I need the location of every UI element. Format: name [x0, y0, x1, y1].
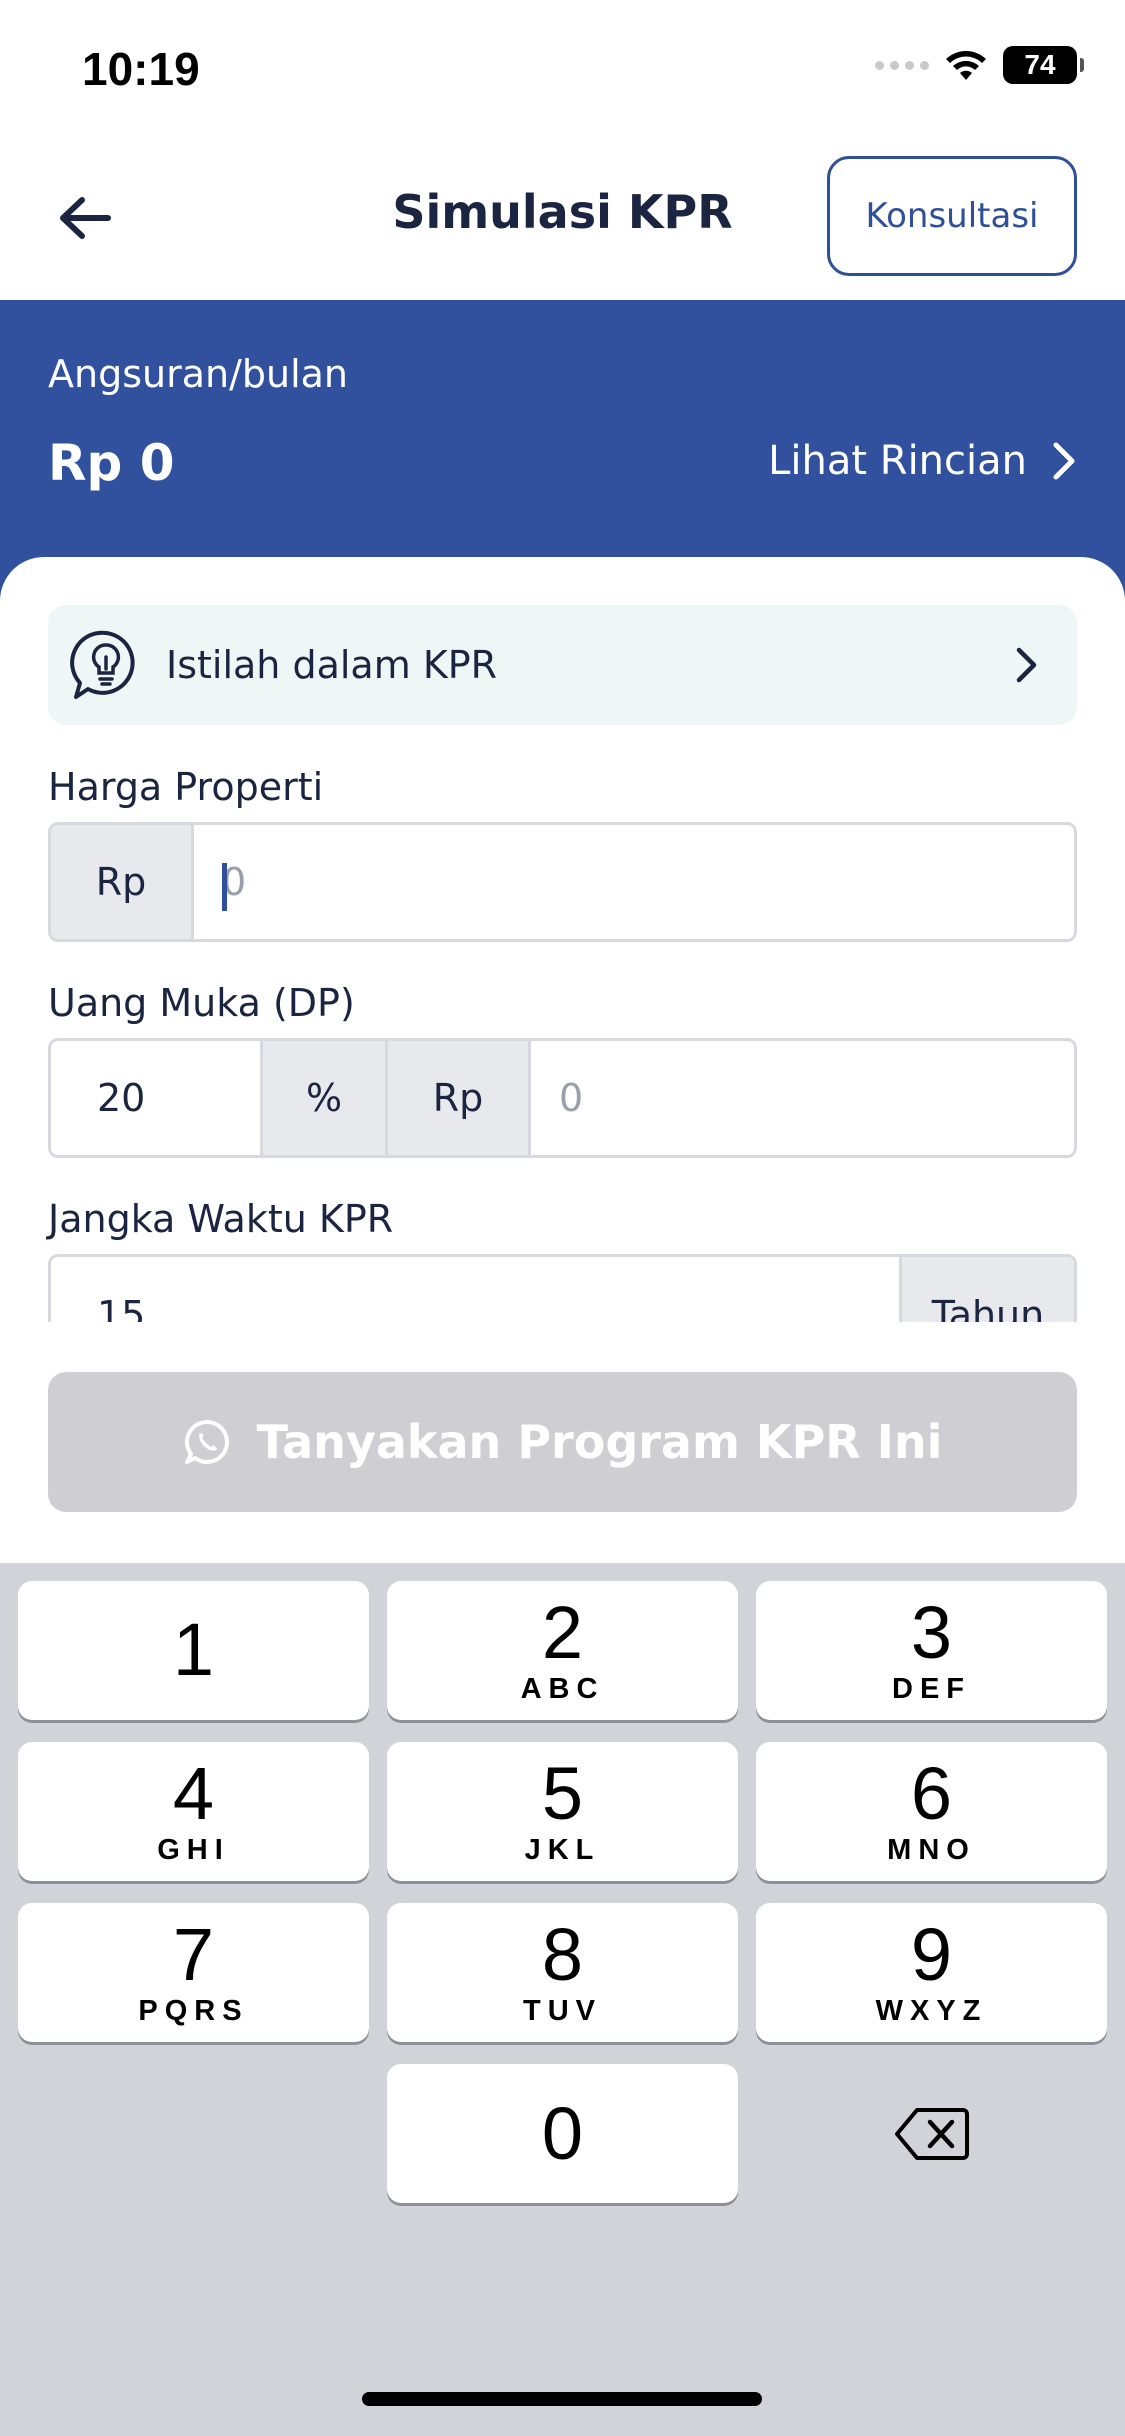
- view-details-link[interactable]: Lihat Rincian: [768, 438, 1077, 484]
- app-header: Simulasi KPR Konsultasi: [0, 135, 1125, 300]
- key-0[interactable]: 0: [387, 2064, 738, 2203]
- home-indicator[interactable]: [362, 2392, 762, 2406]
- lightbulb-chat-icon: [68, 627, 144, 703]
- consultation-button[interactable]: Konsultasi: [827, 156, 1077, 276]
- key-1[interactable]: 1: [18, 1581, 369, 1720]
- status-bar: 10:19 74: [0, 0, 1125, 135]
- installment-summary: Angsuran/bulan Rp 0 Lihat Rincian: [0, 300, 1125, 600]
- status-icons: 74: [875, 46, 1084, 84]
- property-price-label: Harga Properti: [48, 765, 324, 809]
- text-caret: [222, 863, 227, 911]
- key-9[interactable]: 9 WXYZ: [756, 1903, 1107, 2042]
- down-payment-amount-input[interactable]: [528, 1041, 1074, 1155]
- installment-value: Rp 0: [48, 434, 175, 492]
- cellular-signal-icon: [875, 60, 929, 70]
- key-4[interactable]: 4 GHI: [18, 1742, 369, 1881]
- chevron-right-icon: [1007, 645, 1047, 685]
- whatsapp-icon: [184, 1420, 229, 1464]
- status-time: 10:19: [82, 43, 200, 95]
- key-3[interactable]: 3 DEF: [756, 1581, 1107, 1720]
- property-price-input-wrap[interactable]: [194, 825, 1074, 939]
- down-payment-field: 20 % Rp: [48, 1038, 1077, 1158]
- key-8[interactable]: 8 TUV: [387, 1903, 738, 2042]
- wifi-icon: [946, 51, 986, 80]
- kpr-glossary-banner[interactable]: Istilah dalam KPR: [48, 605, 1077, 725]
- backspace-key[interactable]: [756, 2064, 1107, 2203]
- backspace-icon: [894, 2107, 969, 2160]
- key-6[interactable]: 6 MNO: [756, 1742, 1107, 1881]
- view-details-label: Lihat Rincian: [768, 438, 1027, 484]
- down-payment-amount-prefix: Rp: [385, 1041, 528, 1155]
- loan-tenor-input[interactable]: 15: [51, 1257, 899, 1322]
- battery-icon: 74: [1003, 46, 1084, 84]
- installment-label: Angsuran/bulan: [48, 352, 349, 396]
- property-price-prefix: Rp: [51, 825, 194, 939]
- ask-kpr-program-label: Tanyakan Program KPR Ini: [256, 1415, 943, 1469]
- glossary-label: Istilah dalam KPR: [166, 643, 498, 687]
- ask-kpr-program-button[interactable]: Tanyakan Program KPR Ini: [48, 1372, 1077, 1512]
- key-5[interactable]: 5 JKL: [387, 1742, 738, 1881]
- percent-suffix: %: [260, 1041, 385, 1155]
- tenor-unit-suffix: Tahun: [899, 1257, 1074, 1322]
- key-7[interactable]: 7 PQRS: [18, 1903, 369, 2042]
- property-price-field[interactable]: Rp: [48, 822, 1077, 942]
- down-payment-percent-input[interactable]: 20: [51, 1041, 260, 1155]
- simulation-form: Istilah dalam KPR Harga Properti Rp Uang…: [0, 557, 1125, 1322]
- key-2[interactable]: 2 ABC: [387, 1581, 738, 1720]
- property-price-input[interactable]: [194, 825, 1074, 939]
- loan-tenor-label: Jangka Waktu KPR: [48, 1197, 394, 1241]
- loan-tenor-field[interactable]: 15 Tahun: [48, 1254, 1077, 1322]
- down-payment-label: Uang Muka (DP): [48, 981, 355, 1025]
- chevron-right-icon: [1053, 442, 1075, 480]
- numeric-keypad: 1 2 ABC 3 DEF 4 GHI 5 JKL 6 MNO 7 PQRS 8…: [0, 1563, 1125, 2436]
